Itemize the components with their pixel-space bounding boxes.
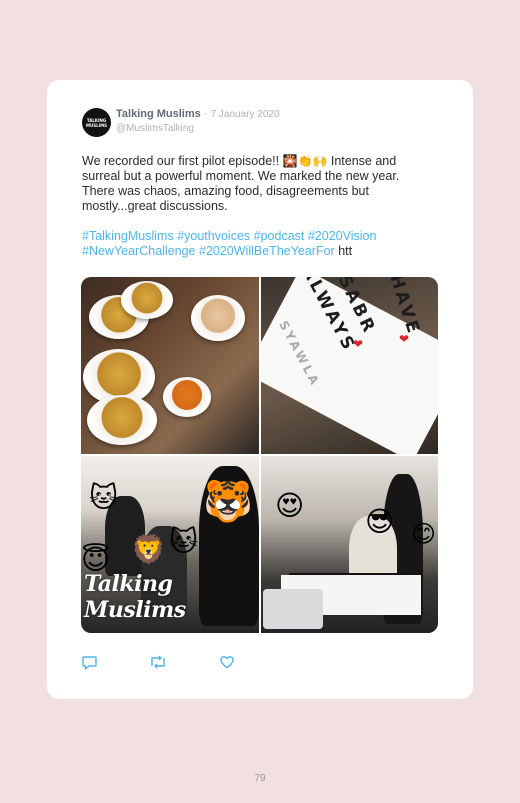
- tweet-card: TALKING MUSLIMS Talking Muslims · 7 Janu…: [47, 80, 473, 699]
- tweet-actions: [82, 654, 282, 672]
- retweet-icon[interactable]: [149, 654, 167, 670]
- food-dishes-photo[interactable]: [81, 277, 259, 454]
- tweet-text-part-1: We recorded our first pilot episode!!: [82, 154, 283, 168]
- media-grid: HAVE SABR ALWAYS SYAWLA ❤ ❤ 🐱 😇 🦁 🐱 🐯 Ta…: [81, 277, 438, 633]
- hashtag-link[interactable]: #NewYearChallenge: [82, 244, 196, 258]
- user-handle[interactable]: @MuslimsTalking: [116, 123, 194, 134]
- page-number: 79: [254, 773, 266, 784]
- truncated-link[interactable]: htt: [338, 244, 352, 258]
- display-name[interactable]: Talking Muslims: [116, 108, 201, 120]
- profile-avatar[interactable]: TALKING MUSLIMS: [82, 108, 111, 137]
- tweet-body: We recorded our first pilot episode!! 🎇👏…: [82, 154, 432, 214]
- hashtag-link[interactable]: #youthvoices: [177, 229, 250, 243]
- angel-emoji-icon: 😇: [81, 543, 111, 576]
- hashtag-link[interactable]: #2020Vision: [308, 229, 377, 243]
- reply-icon[interactable]: [82, 654, 100, 670]
- podcast-recording-photo[interactable]: 😍 😎 😊: [261, 456, 438, 633]
- cat-face-emoji-icon: 🐱: [169, 525, 199, 558]
- hashtag-link[interactable]: #TalkingMuslims: [82, 229, 174, 243]
- group-photo[interactable]: 🐱 😇 🦁 🐱 🐯 Talking Muslims: [81, 456, 259, 633]
- lion-emoji-icon: 🦁: [131, 533, 166, 566]
- hashtag-link[interactable]: #2020WillBeTheYearFor: [199, 244, 335, 258]
- heart-icon[interactable]: [219, 654, 237, 670]
- tweet-date[interactable]: 7 January 2020: [211, 109, 280, 120]
- blush-emoji-icon: 😊: [411, 520, 437, 548]
- heart-eyes-emoji-icon: 😍: [275, 489, 305, 522]
- talking-muslims-watermark: Talking Muslims: [84, 571, 186, 623]
- laptop: [263, 589, 323, 629]
- hashtag-list: #TalkingMuslims #youthvoices #podcast #2…: [82, 229, 442, 259]
- tiger-emoji-icon: 🐯: [203, 479, 253, 525]
- sunglasses-emoji-icon: 😎: [365, 505, 395, 538]
- header-separator: ·: [203, 108, 208, 120]
- tweet-header: Talking Muslims · 7 January 2020: [116, 108, 280, 120]
- lightbox-sign-photo[interactable]: HAVE SABR ALWAYS SYAWLA ❤ ❤: [261, 277, 438, 454]
- heart-icon: ❤: [353, 337, 364, 351]
- tweet-emoji: 🎇👏🙌: [282, 154, 328, 168]
- cat-emoji-icon: 🐱: [89, 481, 119, 514]
- avatar-logo-text: TALKING MUSLIMS: [85, 117, 107, 128]
- hashtag-link[interactable]: #podcast: [254, 229, 305, 243]
- heart-icon: ❤: [399, 332, 410, 346]
